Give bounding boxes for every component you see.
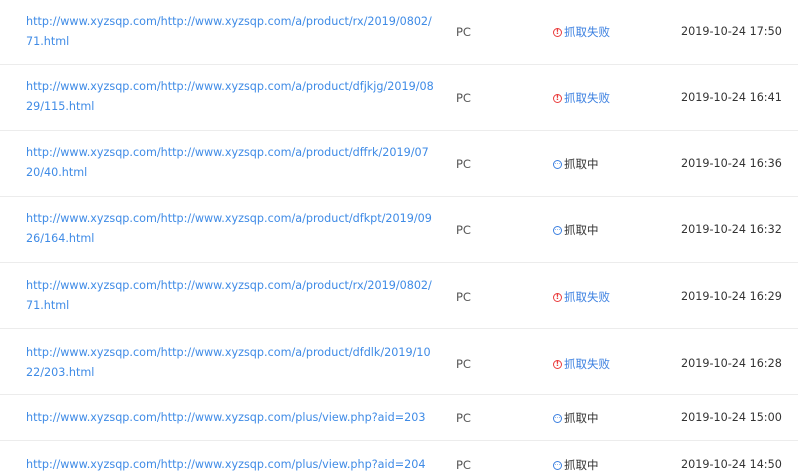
url-link[interactable]: http://www.xyzsqp.com/http://www.xyzsqp.… xyxy=(26,343,434,383)
ellipsis-circle-icon xyxy=(553,159,562,169)
status-label: 抓取中 xyxy=(564,458,599,472)
device-cell: PC xyxy=(456,411,471,425)
table-row: http://www.xyzsqp.com/http://www.xyzsqp.… xyxy=(0,395,798,441)
table-row: http://www.xyzsqp.com/http://www.xyzsqp.… xyxy=(0,131,798,197)
table-row: http://www.xyzsqp.com/http://www.xyzsqp.… xyxy=(0,65,798,131)
url-link[interactable]: http://www.xyzsqp.com/http://www.xyzsqp.… xyxy=(26,276,434,316)
table-row: http://www.xyzsqp.com/http://www.xyzsqp.… xyxy=(0,263,798,329)
url-link[interactable]: http://www.xyzsqp.com/http://www.xyzsqp.… xyxy=(26,209,434,249)
time-cell: 2019-10-24 14:50 xyxy=(681,458,782,471)
error-icon xyxy=(553,93,562,103)
status-label: 抓取失败 xyxy=(564,290,610,304)
crawl-records-table: http://www.xyzsqp.com/http://www.xyzsqp.… xyxy=(0,0,798,476)
device-cell: PC xyxy=(456,357,471,371)
time-cell: 2019-10-24 16:41 xyxy=(681,91,782,104)
device-cell: PC xyxy=(456,157,471,171)
status-cell: 抓取中 xyxy=(553,156,599,172)
status-cell: 抓取中 xyxy=(553,457,599,473)
status-label: 抓取中 xyxy=(564,157,599,171)
status-cell: 抓取失败 xyxy=(553,90,610,106)
ellipsis-circle-icon xyxy=(553,460,562,470)
time-cell: 2019-10-24 16:36 xyxy=(681,157,782,170)
status-cell: 抓取失败 xyxy=(553,356,610,372)
device-cell: PC xyxy=(456,91,471,105)
ellipsis-circle-icon xyxy=(553,413,562,423)
error-icon xyxy=(553,359,562,369)
time-cell: 2019-10-24 16:29 xyxy=(681,290,782,303)
url-link[interactable]: http://www.xyzsqp.com/http://www.xyzsqp.… xyxy=(26,77,434,117)
time-cell: 2019-10-24 16:32 xyxy=(681,223,782,236)
url-link[interactable]: http://www.xyzsqp.com/http://www.xyzsqp.… xyxy=(26,12,434,52)
table-row: http://www.xyzsqp.com/http://www.xyzsqp.… xyxy=(0,197,798,263)
device-cell: PC xyxy=(456,290,471,304)
time-cell: 2019-10-24 17:50 xyxy=(681,25,782,38)
status-label: 抓取中 xyxy=(564,223,599,237)
device-cell: PC xyxy=(456,458,471,472)
time-cell: 2019-10-24 16:28 xyxy=(681,357,782,370)
error-icon xyxy=(553,292,562,302)
status-label: 抓取失败 xyxy=(564,25,610,39)
table-row: http://www.xyzsqp.com/http://www.xyzsqp.… xyxy=(0,0,798,65)
status-label: 抓取中 xyxy=(564,411,599,425)
status-cell: 抓取失败 xyxy=(553,289,610,305)
url-link[interactable]: http://www.xyzsqp.com/http://www.xyzsqp.… xyxy=(26,455,434,475)
device-cell: PC xyxy=(456,223,471,237)
status-cell: 抓取中 xyxy=(553,410,599,426)
time-cell: 2019-10-24 15:00 xyxy=(681,411,782,424)
status-label: 抓取失败 xyxy=(564,357,610,371)
error-icon xyxy=(553,27,562,37)
status-cell: 抓取中 xyxy=(553,222,599,238)
status-cell: 抓取失败 xyxy=(553,24,610,40)
table-row: http://www.xyzsqp.com/http://www.xyzsqp.… xyxy=(0,329,798,395)
url-link[interactable]: http://www.xyzsqp.com/http://www.xyzsqp.… xyxy=(26,143,434,183)
ellipsis-circle-icon xyxy=(553,225,562,235)
url-link[interactable]: http://www.xyzsqp.com/http://www.xyzsqp.… xyxy=(26,408,434,428)
table-row: http://www.xyzsqp.com/http://www.xyzsqp.… xyxy=(0,441,798,476)
device-cell: PC xyxy=(456,25,471,39)
status-label: 抓取失败 xyxy=(564,91,610,105)
